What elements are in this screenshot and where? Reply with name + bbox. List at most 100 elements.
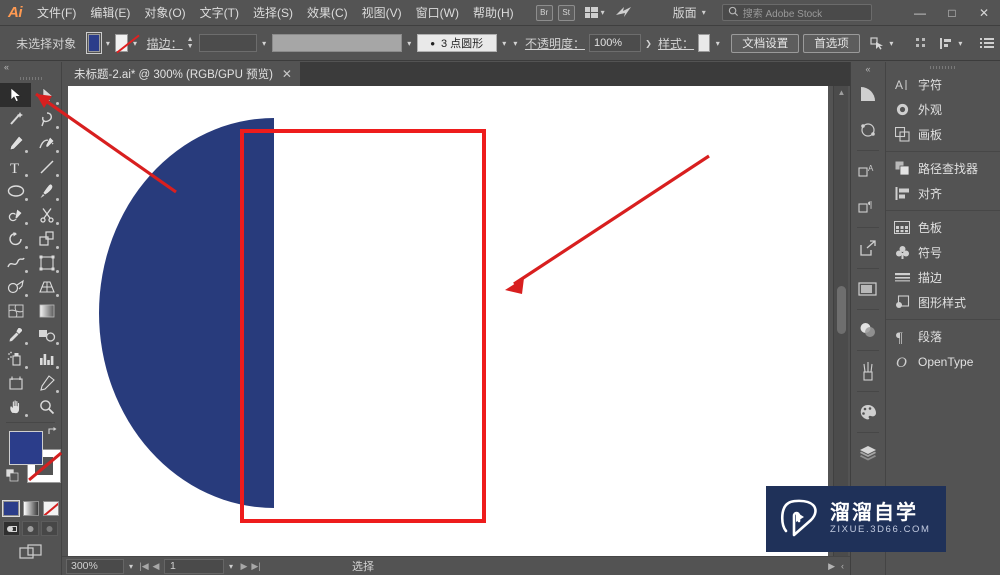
artboard-dropdown-icon[interactable]: ▾ — [224, 562, 238, 571]
scroll-up-icon[interactable]: ▲ — [834, 88, 849, 97]
swatches-rail-icon[interactable] — [851, 394, 885, 430]
artboard-page[interactable] — [68, 86, 828, 556]
color-mode-color[interactable] — [1, 500, 20, 517]
zoom-dropdown-icon[interactable]: ▾ — [124, 562, 138, 571]
bridge-icon[interactable]: Br — [535, 4, 553, 21]
brushes-rail-icon[interactable] — [851, 353, 885, 389]
rotate-tool[interactable] — [0, 227, 31, 251]
select-similar-dropdown-icon[interactable]: ▾ — [888, 34, 895, 52]
menu-window[interactable]: 窗口(W) — [409, 0, 466, 26]
gradient-tool[interactable] — [31, 299, 62, 323]
panel-item-opentype[interactable]: O OpenType — [886, 349, 1000, 374]
ellipse-tool[interactable] — [0, 179, 31, 203]
align-distribute-icon[interactable] — [939, 36, 953, 50]
next-artboard-button[interactable]: ▶ — [238, 561, 250, 572]
stroke-weight-field[interactable] — [198, 34, 257, 52]
stroke-weight-stepper[interactable]: ▲ ▼ — [187, 36, 194, 50]
transparency-rail-icon[interactable] — [851, 312, 885, 348]
slice-tool[interactable] — [31, 371, 62, 395]
document-setup-button[interactable]: 文档设置 — [731, 33, 800, 53]
menu-view[interactable]: 视图(V) — [355, 0, 409, 26]
stroke-profile-dropdown-icon[interactable]: ▾ — [406, 34, 413, 52]
screen-mode-button[interactable] — [0, 544, 61, 562]
draw-inside-icon[interactable] — [41, 521, 58, 536]
panel-grip[interactable] — [886, 62, 1000, 72]
mesh-tool[interactable] — [0, 299, 31, 323]
menu-select[interactable]: 选择(S) — [246, 0, 300, 26]
width-tool[interactable] — [0, 251, 31, 275]
selection-tool[interactable] — [0, 83, 31, 107]
stroke-weight-dropdown-icon[interactable]: ▾ — [261, 34, 268, 52]
panel-item-appearance[interactable]: 外观 — [886, 97, 1000, 122]
close-icon[interactable]: ✕ — [282, 67, 292, 81]
status-resize-icon[interactable]: ‹ — [841, 561, 844, 571]
menu-help[interactable]: 帮助(H) — [466, 0, 521, 26]
status-flyout-icon[interactable]: ▶ — [828, 561, 835, 572]
stroke-style-dropdown-icon[interactable]: ▾ — [501, 34, 508, 52]
align-dropdown-icon[interactable]: ▾ — [957, 34, 964, 52]
scale-tool[interactable] — [31, 227, 62, 251]
stroke-color-swatch[interactable] — [115, 34, 128, 52]
close-icon[interactable]: ✕ — [968, 0, 1000, 26]
stroke-profile-field[interactable] — [271, 34, 402, 52]
free-transform-tool[interactable] — [31, 251, 62, 275]
transform-grid-icon[interactable] — [915, 36, 927, 50]
preferences-button[interactable]: 首选项 — [803, 33, 860, 53]
scissors-tool[interactable] — [31, 203, 62, 227]
paragraph-rail-icon[interactable]: ¶ — [851, 189, 885, 225]
artboards-rail-icon[interactable] — [851, 271, 885, 307]
pen-tool[interactable] — [0, 131, 31, 155]
symbol-sprayer-tool[interactable] — [0, 347, 31, 371]
panel-item-stroke[interactable]: 描边 — [886, 265, 1000, 290]
first-artboard-button[interactable]: |◀ — [138, 561, 150, 572]
type-tool[interactable]: T — [0, 155, 31, 179]
color-mode-none[interactable] — [42, 501, 59, 516]
canvas-area[interactable] — [62, 86, 850, 556]
search-input[interactable]: 搜索 Adobe Stock — [721, 4, 872, 21]
line-segment-tool[interactable] — [31, 155, 62, 179]
draw-behind-icon[interactable] — [22, 521, 39, 536]
panel-menu-icon[interactable] — [979, 36, 994, 50]
style-label[interactable]: 样式： — [658, 35, 694, 52]
magic-wand-tool[interactable] — [0, 107, 31, 131]
menu-effect[interactable]: 效果(C) — [300, 0, 355, 26]
graphic-style-swatch[interactable] — [698, 34, 711, 52]
panel-item-swatches[interactable]: 色板 — [886, 215, 1000, 240]
toolbar-grip[interactable] — [0, 74, 61, 83]
layers-rail-icon[interactable] — [851, 435, 885, 471]
stroke-weight-label[interactable]: 描边： — [147, 35, 183, 52]
opacity-label[interactable]: 不透明度： — [525, 35, 585, 52]
swap-fill-stroke-icon[interactable] — [47, 426, 59, 440]
export-rail-icon[interactable] — [851, 230, 885, 266]
fill-indicator[interactable] — [9, 431, 43, 465]
panel-item-graphic-styles[interactable]: 图形样式 — [886, 290, 1000, 315]
opacity-field[interactable]: 100% — [588, 34, 641, 52]
opacity-flyout-icon[interactable]: ❯ — [645, 34, 652, 52]
hand-tool[interactable] — [0, 395, 31, 419]
perspective-grid-tool[interactable] — [31, 275, 62, 299]
blend-tool[interactable] — [31, 323, 62, 347]
stroke-style-field[interactable]: • 3 点圆形 — [416, 34, 497, 52]
paintbrush-tool[interactable] — [31, 179, 62, 203]
color-mode-gradient[interactable] — [22, 501, 39, 516]
panel-item-paragraph[interactable]: ¶ 段落 — [886, 324, 1000, 349]
panel-item-symbols[interactable]: 符号 — [886, 240, 1000, 265]
default-fill-stroke-icon[interactable] — [5, 468, 19, 485]
column-graph-tool[interactable] — [31, 347, 62, 371]
scrollbar-thumb[interactable] — [837, 286, 846, 334]
panel-item-artboard[interactable]: 画板 — [886, 122, 1000, 147]
zoom-tool[interactable] — [31, 395, 62, 419]
curvature-tool[interactable] — [31, 131, 62, 155]
graphic-style-dropdown-icon[interactable]: ▾ — [714, 34, 721, 52]
rail-collapse-icon[interactable]: « — [851, 62, 885, 76]
previous-artboard-button[interactable]: ◀ — [150, 561, 162, 572]
arrange-workspace-button[interactable]: 版面 ▾ — [673, 4, 706, 21]
menu-file[interactable]: 文件(F) — [30, 0, 83, 26]
pencil-tool[interactable] — [0, 203, 31, 227]
last-artboard-button[interactable]: ▶| — [250, 561, 262, 572]
menu-edit[interactable]: 编辑(E) — [83, 0, 137, 26]
stock-icon[interactable]: St — [557, 4, 575, 21]
zoom-level-field[interactable]: 300% — [66, 558, 124, 574]
minimize-icon[interactable]: — — [904, 0, 936, 26]
half-circle-shape[interactable] — [99, 118, 274, 508]
